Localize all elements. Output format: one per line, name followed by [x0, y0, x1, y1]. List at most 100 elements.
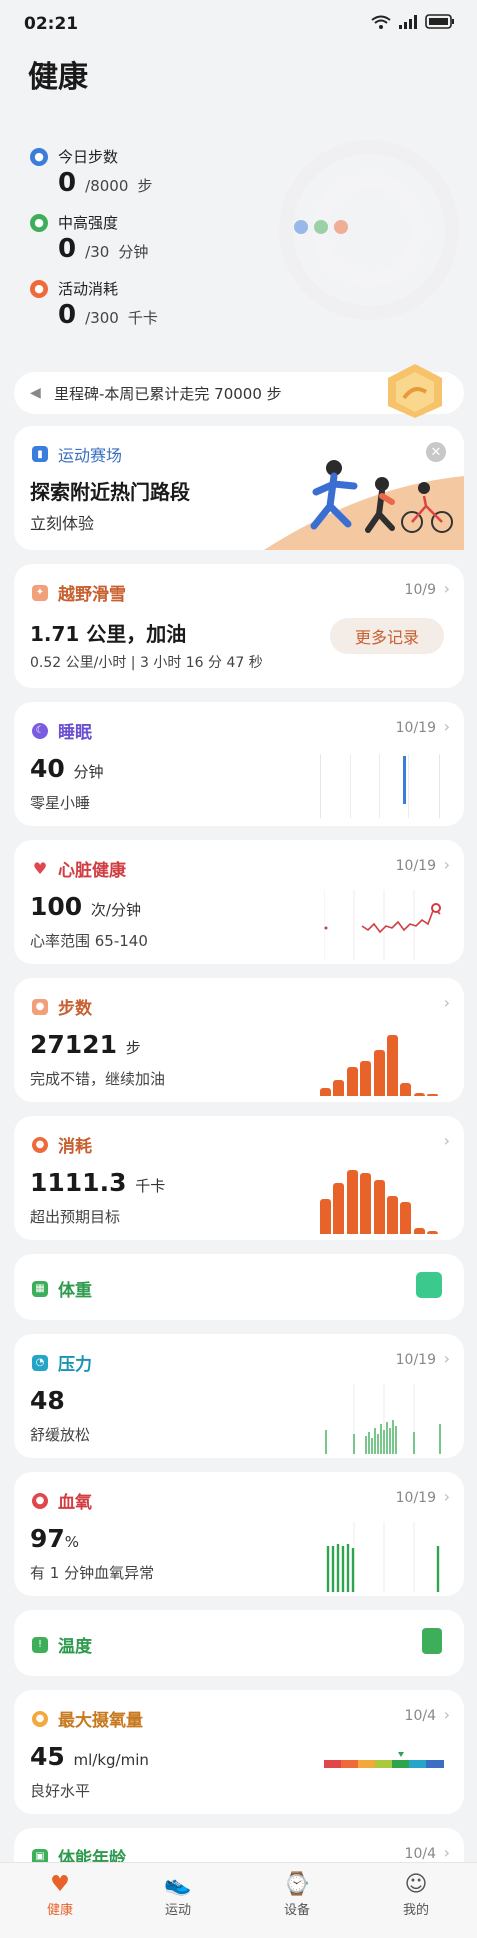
oxygen-icon: ● — [32, 1492, 48, 1509]
event-action[interactable]: 立刻体验 — [30, 510, 94, 534]
scale-icon: ▦ — [32, 1280, 48, 1297]
temperature-device-icon — [422, 1628, 442, 1654]
card-title: 最大摄氧量 — [58, 1711, 143, 1731]
card-date: 10/19 — [395, 1352, 436, 1368]
card-title: 越野滑雪 — [58, 585, 126, 605]
flag-icon: ▮ — [32, 446, 48, 462]
ski-distance: 1.71 公里，加油 — [30, 622, 187, 646]
stress-icon: ◔ — [32, 1354, 48, 1371]
stress-chart — [325, 1384, 441, 1454]
stress-card[interactable]: ◔ 压力 10/19 › 48 舒缓放松 — [14, 1334, 464, 1458]
more-records-button[interactable]: 更多记录 — [330, 618, 444, 654]
chevron-right-icon: › — [443, 1487, 450, 1506]
page-title: 健康 — [28, 60, 88, 95]
steps-card[interactable]: ● 步数 › 27121 步 完成不错，继续加油 — [14, 978, 464, 1102]
card-date: 10/9 — [404, 582, 436, 598]
card-date: 10/19 — [395, 858, 436, 874]
shoe-icon: ● — [30, 147, 48, 166]
goal-steps[interactable]: ● 今日步数 — [30, 146, 118, 167]
shoe-icon: 👟 — [164, 1872, 192, 1897]
heart-icon: ♥ — [32, 859, 48, 878]
chevron-right-icon: › — [443, 993, 450, 1012]
vo2max-card[interactable]: ● 最大摄氧量 10/4 › 45 ml/kg/min 良好水平 — [14, 1690, 464, 1814]
chart-bar — [320, 1199, 331, 1234]
vo2-value: 45 ml/kg/min — [30, 1742, 149, 1771]
event-tag: 运动赛场 — [58, 446, 123, 465]
chart-bar — [346, 1067, 358, 1096]
chart-bar — [360, 1061, 372, 1096]
goal-label: 中高强度 — [58, 214, 119, 232]
vo2-detail: 良好水平 — [30, 1782, 91, 1800]
calories-detail: 超出预期目标 — [30, 1208, 121, 1226]
chart-bar — [386, 1035, 398, 1096]
megaphone-icon: ◀ — [30, 385, 41, 401]
card-date: 10/4 — [404, 1846, 436, 1862]
chart-bar — [360, 1173, 372, 1234]
ski-detail: 0.52 公里/小时 | 3 小时 16 分 47 秒 — [30, 655, 263, 671]
spo2-card[interactable]: ● 血氧 10/19 › 97% 有 1 分钟血氧异常 — [14, 1472, 464, 1596]
chevron-right-icon: › — [443, 1705, 450, 1724]
chart-bar — [373, 1180, 385, 1234]
card-title: 睡眠 — [58, 723, 92, 743]
event-title: 探索附近热门路段 — [30, 480, 190, 504]
status-time: 02:21 — [24, 14, 79, 34]
goal-steps-value: 0 /8000 步 — [58, 168, 153, 198]
calories-value: 1111.3 千卡 — [30, 1168, 166, 1197]
chevron-right-icon: › — [443, 855, 450, 874]
goal-label: 今日步数 — [58, 148, 119, 166]
chart-bar — [400, 1083, 412, 1096]
chart-bar — [427, 1094, 438, 1096]
chart-bar — [346, 1170, 358, 1234]
wifi-icon — [371, 14, 391, 33]
tab-me[interactable]: ☺ 我的 — [376, 1871, 456, 1918]
card-title: 心脏健康 — [58, 861, 126, 881]
chevron-right-icon: › — [443, 1131, 450, 1150]
goal-calories[interactable]: ● 活动消耗 — [30, 278, 118, 299]
card-title: 压力 — [58, 1355, 92, 1375]
chevron-right-icon: › — [443, 579, 450, 598]
vo2-icon: ● — [32, 1710, 48, 1727]
goal-intensity[interactable]: ● 中高强度 — [30, 212, 118, 233]
chart-bar — [413, 1093, 425, 1096]
flame-icon: ● — [30, 279, 48, 298]
chart-bar — [320, 1088, 331, 1096]
chart-bar — [333, 1183, 345, 1234]
sleep-detail: 零星小睡 — [30, 794, 91, 812]
temperature-card[interactable]: ! 温度 — [14, 1610, 464, 1676]
ski-card[interactable]: ✦ 越野滑雪 10/9 › 1.71 公里，加油 0.52 公里/小时 | 3 … — [14, 564, 464, 688]
tab-exercise[interactable]: 👟 运动 — [138, 1871, 218, 1918]
card-title: 血氧 — [58, 1493, 92, 1513]
goal-intensity-value: 0 /30 分钟 — [58, 234, 149, 264]
calories-chart — [320, 1170, 438, 1234]
ring-icons — [294, 220, 348, 234]
goal-calories-value: 0 /300 千卡 — [58, 300, 158, 330]
card-title: 温度 — [58, 1637, 92, 1657]
spo2-value: 97% — [30, 1524, 80, 1553]
vo2-level-bar — [324, 1752, 444, 1768]
chevron-right-icon: › — [443, 717, 450, 736]
chart-bar — [333, 1080, 345, 1096]
heart-card[interactable]: ♥ 心脏健康 10/19 › 100 次/分钟 心率范围 65-140 — [14, 840, 464, 964]
steps-detail: 完成不错，继续加油 — [30, 1070, 166, 1088]
battery-icon — [425, 14, 455, 33]
scale-device-icon — [416, 1272, 442, 1298]
heart-rate-chart — [324, 890, 441, 960]
milestone-badge-icon — [388, 364, 442, 418]
spo2-chart — [326, 1522, 440, 1592]
calories-card[interactable]: ● 消耗 › 1111.3 千卡 超出预期目标 — [14, 1116, 464, 1240]
goal-label: 活动消耗 — [58, 280, 119, 298]
milestone-banner[interactable]: ◀ 里程碑-本周已累计走完 70000 步 — [14, 364, 464, 418]
spo2-detail: 有 1 分钟血氧异常 — [30, 1564, 155, 1582]
weight-card[interactable]: ▦ 体重 — [14, 1254, 464, 1320]
card-date: 10/19 — [395, 720, 436, 736]
tab-devices[interactable]: ⌚ 设备 — [257, 1871, 337, 1918]
card-date: 10/19 — [395, 1490, 436, 1506]
signal-icon — [399, 14, 417, 33]
event-card[interactable]: ▮ 运动赛场 探索附近热门路段 立刻体验 ✕ — [14, 426, 464, 550]
chart-bar — [427, 1231, 438, 1234]
tab-health[interactable]: ♥ 健康 — [20, 1871, 100, 1918]
watch-icon: ⌚ — [283, 1872, 311, 1897]
card-title: 消耗 — [58, 1137, 92, 1157]
moon-icon: ☾ — [32, 722, 48, 739]
sleep-card[interactable]: ☾ 睡眠 10/19 › 40 分钟 零星小睡 — [14, 702, 464, 826]
